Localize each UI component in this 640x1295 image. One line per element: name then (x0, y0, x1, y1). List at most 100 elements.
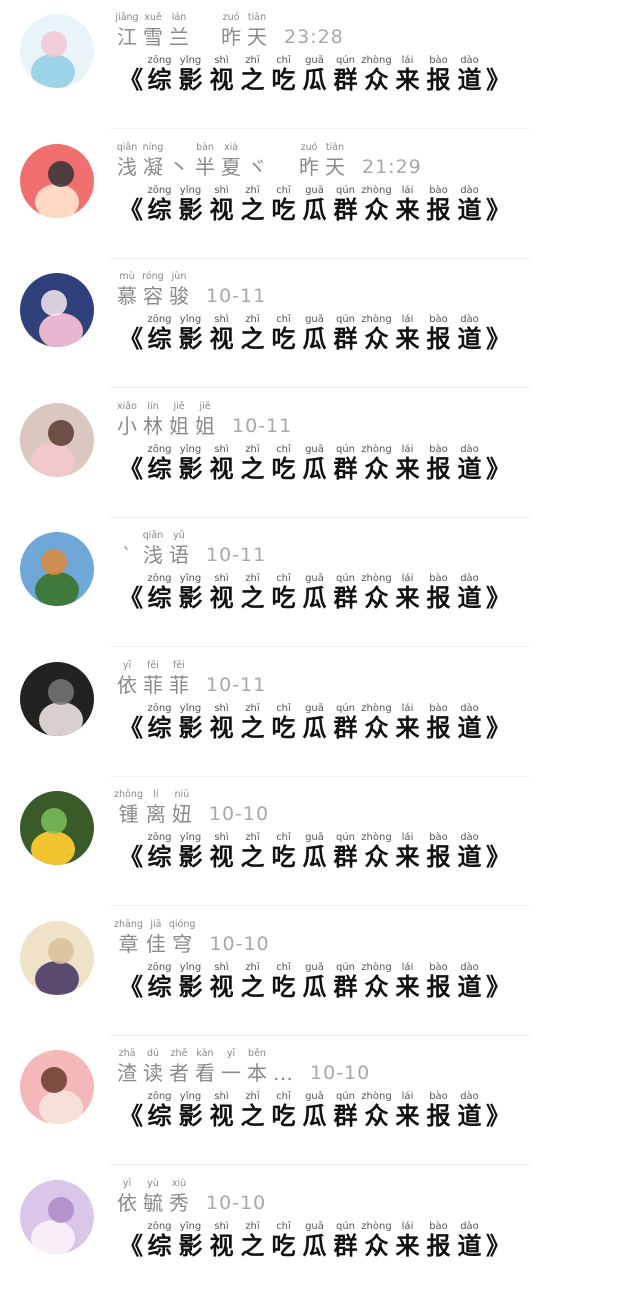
message-char: 《 (118, 185, 144, 223)
hanzi-character: 视 (209, 195, 234, 224)
message-char: yǐng 影 (175, 703, 206, 741)
chat-list-item[interactable]: zhā 渣 dú 读 zhě 者 kàn 看 yī 一 běn 本… 10-10 《 zōng 综 yǐng 影 s… (0, 1036, 640, 1165)
contact-name-char: bàn 半 (192, 142, 218, 180)
hanzi-character: 林 (143, 414, 163, 438)
hanzi-character: 吃 (271, 1231, 296, 1260)
row-divider (110, 128, 530, 129)
hanzi-character: 众 (364, 583, 389, 612)
pinyin-annotation: yī (226, 1048, 236, 1059)
hanzi-character: 群 (333, 324, 358, 353)
avatar[interactable] (20, 403, 94, 477)
avatar[interactable] (20, 532, 94, 606)
hanzi-character: 语 (169, 543, 189, 567)
contact-name-char: qiǎn 浅 (140, 530, 166, 568)
contact-name-char: ` (114, 530, 140, 568)
pinyin-annotation: dú (146, 1048, 160, 1059)
chat-list-item[interactable]: yī 依 fēi 菲 fēi 菲 10-11 《 zōng 综 yǐng 影 shì 视 zhī 之 chī 吃 g… (0, 648, 640, 777)
pinyin-annotation: qiǎn (142, 530, 164, 541)
hanzi-character: 群 (333, 1231, 358, 1260)
message-char: qún 群 (330, 1091, 361, 1129)
hanzi-character: 章 (118, 932, 139, 956)
hanzi-character: 之 (240, 1231, 265, 1260)
hanzi-character: 群 (333, 65, 358, 94)
hanzi-character: 瓜 (302, 583, 327, 612)
contact-name-char: qiǎn 浅 (114, 142, 140, 180)
message-char: guā 瓜 (299, 1091, 330, 1129)
chat-list-item[interactable]: jiāng 江 xuě 雪 lán 兰 zuó 昨 tiān 天 23:28 《 zōng 综 yǐng 影… (0, 0, 640, 129)
message-char: qún 群 (330, 832, 361, 870)
hanzi-character: 视 (209, 1231, 234, 1260)
message-char: bào 报 (423, 314, 454, 352)
pinyin-annotation: zuó (300, 142, 318, 153)
avatar[interactable] (20, 144, 94, 218)
contact-name-char: tiān 天 (244, 12, 270, 50)
message-char: zōng 综 (144, 185, 175, 223)
avatar-image (20, 403, 94, 477)
contact-name-line: jiāng 江 xuě 雪 lán 兰 zuó 昨 tiān 天 23:28 (114, 12, 344, 50)
avatar[interactable] (20, 791, 94, 865)
hanzi-character: 之 (240, 583, 265, 612)
hanzi-character: 读 (143, 1061, 163, 1085)
pinyin-annotation: lán (171, 12, 187, 23)
message-char: 《 (118, 1221, 144, 1259)
chat-list-item[interactable]: qiǎn 浅 níng 凝丶 bàn 半 xià 夏ヾ zuó 昨 tiān 天 21:29 《 zōng… (0, 130, 640, 259)
message-char: yǐng 影 (175, 314, 206, 352)
message-char: chī 吃 (268, 573, 299, 611)
hanzi-character: 佳 (145, 932, 166, 956)
hanzi-character: 兰 (169, 25, 189, 49)
message-char: shì 视 (206, 1221, 237, 1259)
hanzi-character: 众 (364, 195, 389, 224)
avatar[interactable] (20, 1180, 94, 1254)
hanzi-character: 群 (333, 1101, 358, 1130)
avatar-image (20, 791, 94, 865)
contact-name-line: xiǎo 小 lín 林 jiě 姐 jiě 姐 10-11 (114, 401, 292, 439)
hanzi-character: 影 (178, 713, 203, 742)
hanzi-character: 《 (119, 583, 143, 612)
pinyin-annotation: xià (223, 142, 239, 153)
chat-list-item[interactable]: xiǎo 小 lín 林 jiě 姐 jiě 姐 10-11 《 zōng 综 yǐng 影 shì 视 zhī… (0, 389, 640, 518)
hanzi-character: 吃 (271, 972, 296, 1001)
message-char: yǐng 影 (175, 832, 206, 870)
hanzi-character: 报 (426, 195, 451, 224)
avatar[interactable] (20, 662, 94, 736)
avatar[interactable] (20, 1050, 94, 1124)
chat-list-item[interactable]: zhōng 锺 lí 离 niū 妞 10-10 《 zōng 综 yǐng 影 shì 视 zhī 之 chī… (0, 777, 640, 906)
pinyin-annotation: jùn (171, 271, 187, 282)
hanzi-character: 浅 (143, 543, 163, 567)
message-char: qún 群 (330, 962, 361, 1000)
message-char: lái 来 (392, 832, 423, 870)
hanzi-character: 之 (240, 842, 265, 871)
message-char: bào 报 (423, 444, 454, 482)
contact-name-char: lín 林 (140, 401, 166, 439)
row-divider (110, 1164, 530, 1165)
avatar[interactable] (20, 921, 94, 995)
avatar[interactable] (20, 14, 94, 88)
contact-name-char: yǔ 语 (166, 530, 192, 568)
pinyin-annotation: běn (248, 1048, 266, 1059)
chat-list-item[interactable]: mù 慕 róng 容 jùn 骏 10-11 《 zōng 综 yǐng 影 shì 视 zhī 之 chī 吃… (0, 259, 640, 388)
chat-list-item[interactable]: zhāng 章 jiā 佳 qióng 穹 10-10 《 zōng 综 yǐng 影 shì 视 zhī 之… (0, 907, 640, 1036)
message-char: zōng 综 (144, 1091, 175, 1129)
message-char: zhī 之 (237, 314, 268, 352)
message-char: guā 瓜 (299, 703, 330, 741)
message-char: dào 道 (454, 185, 485, 223)
hanzi-character: 影 (178, 324, 203, 353)
chat-list: jiāng 江 xuě 雪 lán 兰 zuó 昨 tiān 天 23:28 《 zōng 综 yǐng 影… (0, 0, 640, 1276)
contact-name-char: yù 毓 (140, 1178, 166, 1216)
hanzi-character: 之 (240, 1101, 265, 1130)
avatar[interactable] (20, 273, 94, 347)
message-char: guā 瓜 (299, 962, 330, 1000)
hanzi-character: 瓜 (302, 324, 327, 353)
message-char: 》 (485, 314, 511, 352)
contact-name-char (270, 168, 296, 180)
avatar-image (20, 273, 94, 347)
hanzi-character: 之 (240, 324, 265, 353)
message-char: zhī 之 (237, 1221, 268, 1259)
hanzi-character: 报 (426, 583, 451, 612)
chat-list-item[interactable]: ` qiǎn 浅 yǔ 语 10-11 《 zōng 综 yǐng 影 shì 视 zhī 之 chī 吃 guā… (0, 518, 640, 647)
pinyin-annotation: yù (147, 1178, 159, 1189)
hanzi-character: 影 (178, 195, 203, 224)
hanzi-character: 夏 (221, 155, 241, 179)
pinyin-annotation: níng (142, 142, 164, 153)
pinyin-annotation: zhā (118, 1048, 136, 1059)
